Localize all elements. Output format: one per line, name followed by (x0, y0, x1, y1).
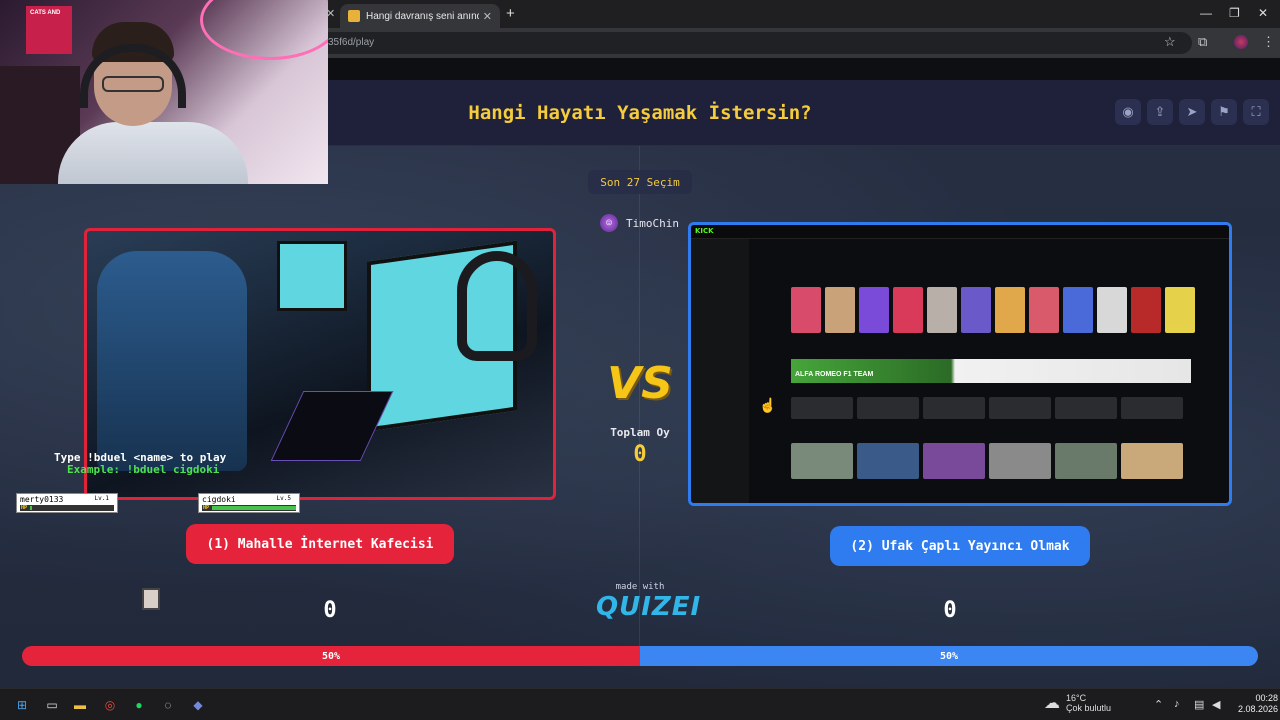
duel-example-line: Example: !bduel cigdoki (67, 463, 220, 476)
score-right: 0 (943, 598, 957, 623)
total-votes-label: Toplam Oy (610, 426, 670, 439)
kick-sidebar (691, 225, 749, 503)
duel-instructions: Type !bduel <name> to play Example: !bdu… (54, 452, 226, 476)
hp-bar: HP (20, 505, 114, 511)
quizei-logo[interactable]: QUIZEI (596, 592, 700, 622)
kick-logo: KICK (695, 227, 714, 235)
vs-logo: VS (607, 358, 673, 409)
weather-desc: Çok bulutlu (1066, 703, 1112, 713)
kick-topbar: KICK (691, 225, 1229, 239)
clock-time: 00:28 (1255, 693, 1278, 703)
clock-date: 2.08.2026 (1237, 704, 1278, 714)
new-tab-icon[interactable]: + (506, 5, 515, 22)
vote-bar-right: 50% (640, 646, 1258, 666)
chevron-up-icon[interactable]: ⌃ (1154, 698, 1163, 711)
option-left-button[interactable]: (1) Mahalle İnternet Kafecisi (186, 524, 454, 564)
webcam-overlay: CATS AND (0, 0, 328, 184)
kick-group-row (791, 397, 1183, 419)
gaming-chair-shape (97, 251, 247, 471)
vote-progress-bar: 50% 50% (22, 646, 1258, 666)
fullscreen-icon[interactable]: ⛶ (1243, 99, 1269, 125)
spotify-icon[interactable]: ● (129, 695, 149, 715)
mouse-cursor-icon: ☝ (759, 397, 777, 413)
option-right-button[interactable]: (2) Ufak Çaplı Yayıncı Olmak (830, 526, 1090, 566)
tab-title: Hangi davranış seni anında uza (366, 10, 479, 22)
windows-taskbar: ⊞ ▭ ▬ ◎ ● ◌ ◆ ☁ 16°C Çok bulutlu ⌃ ♪ ▤ ◀… (0, 688, 1280, 720)
system-clock[interactable]: 00:28 2.08.2026 (1226, 693, 1278, 715)
weather-temp: 16°C (1066, 693, 1087, 703)
flag-icon[interactable]: ⚑ (1211, 99, 1237, 125)
score-left: 0 (323, 598, 337, 623)
browser-tab[interactable]: Hangi davranış seni anında uza ✕ (340, 4, 500, 28)
recent-chooser: ☺ TimoChin (600, 214, 679, 232)
close-tab-icon[interactable]: ✕ (483, 10, 492, 23)
user-avatar-icon: ☺ (600, 214, 618, 232)
app-icon[interactable]: ◌ (158, 695, 178, 715)
url-field[interactable]: 35f6d/play (316, 32, 1192, 54)
chrome-icon[interactable]: ◎ (100, 695, 120, 715)
tab-favicon-icon (348, 10, 360, 22)
player-name: cigdoki (202, 495, 236, 504)
weather-widget[interactable]: ☁ 16°C Çok bulutlu (1044, 693, 1111, 713)
kick-channel-row (791, 443, 1183, 479)
eye-icon[interactable]: ◉ (1115, 99, 1141, 125)
chooser-name: TimoChin (626, 216, 679, 230)
volume-icon[interactable]: ◀ (1212, 698, 1220, 711)
player-level: Lv.1 (94, 495, 109, 502)
player-tag: merty0133 Lv.1 HP (16, 493, 118, 513)
cloud-icon: ☁ (1044, 695, 1060, 712)
extensions-icon[interactable]: ⧉ (1198, 34, 1207, 50)
minimize-icon[interactable]: — (1200, 6, 1212, 20)
keyboard-shape (270, 391, 394, 461)
file-explorer-icon[interactable]: ▬ (70, 695, 90, 715)
bookmark-star-icon[interactable]: ☆ (1164, 34, 1176, 50)
option-right-image[interactable]: KICK ALFA ROMEO F1 TEAM (688, 222, 1232, 506)
network-icon[interactable]: ▤ (1194, 698, 1204, 711)
microphone-icon[interactable]: ♪ (1174, 698, 1180, 710)
player-level: Lv.5 (276, 495, 291, 502)
profile-avatar-icon[interactable] (1234, 35, 1248, 49)
screen: ✕ Hangi davranış seni anında uza ✕ + — ❐… (0, 0, 1280, 720)
browser-menu-icon[interactable]: ⋮ (1262, 34, 1275, 50)
vote-bar-left: 50% (22, 646, 640, 666)
total-votes-value: 0 (633, 442, 647, 467)
hp-bar: HP (202, 505, 296, 511)
player-tag: cigdoki Lv.5 HP (198, 493, 300, 513)
poster-text: CATS AND (30, 10, 61, 16)
monitor-shape (277, 241, 347, 311)
pixel-sprite (142, 588, 160, 610)
windows-start-icon[interactable]: ⊞ (12, 695, 32, 715)
kick-promo-banner: ALFA ROMEO F1 TEAM (791, 359, 1191, 383)
kick-category-row (791, 287, 1195, 333)
close-window-icon[interactable]: ✕ (1258, 6, 1268, 20)
streamer-figure (58, 18, 248, 184)
task-view-icon[interactable]: ▭ (42, 695, 62, 715)
send-icon[interactable]: ➤ (1179, 99, 1205, 125)
share-icon[interactable]: ⇪ (1147, 99, 1173, 125)
discord-icon[interactable]: ◆ (188, 695, 208, 715)
recent-choices-badge[interactable]: Son 27 Seçim (588, 170, 692, 194)
maximize-icon[interactable]: ❐ (1229, 6, 1240, 20)
kick-banner-text: ALFA ROMEO F1 TEAM (795, 371, 874, 378)
headset-shape (457, 251, 537, 361)
player-name: merty0133 (20, 495, 64, 504)
made-with-label: made with (615, 582, 665, 592)
